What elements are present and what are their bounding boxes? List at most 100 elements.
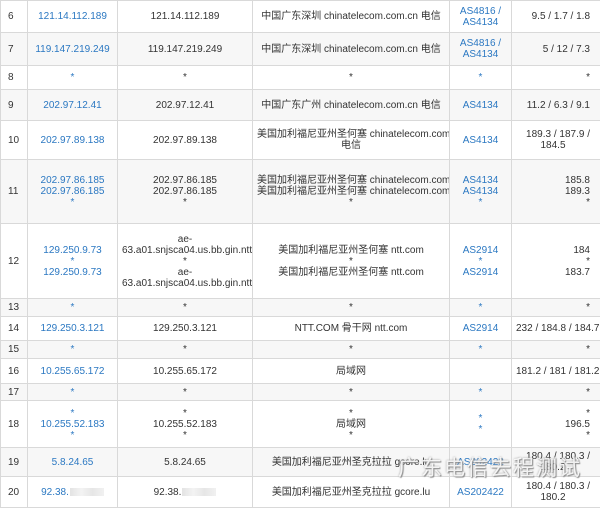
hostname-cell: *: [122, 430, 248, 441]
hostname-cell: 202.97.86.185: [122, 175, 248, 186]
location-cell: 美国加利福尼亚州圣克拉拉 gcore.lu: [253, 448, 450, 477]
asn-link[interactable]: AS202422: [454, 487, 507, 498]
hostname-cell: 202.97.12.41: [122, 100, 248, 111]
ip-address-link[interactable]: 5.8.24.65: [32, 457, 113, 468]
location-cell: 中国广东深圳 chinatelecom.com.cn 电信: [253, 33, 450, 66]
hop-number: 8: [1, 66, 28, 90]
ip-address-link: *: [32, 344, 113, 355]
latency-cell: 180.4 / 180.3 /180.2: [512, 448, 600, 477]
hostname-cell: *: [122, 302, 248, 313]
hostname-cell: 202.97.89.138: [118, 121, 253, 160]
asn-link[interactable]: AS4134: [454, 186, 507, 197]
ip-address-cell: *: [28, 341, 118, 359]
hop-number: 14: [1, 317, 28, 341]
hop-number: 16: [1, 359, 28, 384]
latency-cell: *: [516, 430, 590, 441]
hostname-cell: 121.14.112.189: [118, 1, 253, 33]
asn-link: *: [454, 197, 507, 208]
location-cell: *: [257, 430, 445, 441]
ip-address-link[interactable]: 92.38.: [32, 487, 113, 498]
latency-cell: *: [516, 256, 590, 267]
location-cell: *局域网*: [253, 401, 450, 448]
latency-cell: *: [512, 341, 600, 359]
hostname-cell: *: [118, 66, 253, 90]
ip-address-link[interactable]: 129.250.3.121: [32, 323, 113, 334]
asn-link[interactable]: AS4134: [454, 17, 507, 28]
ip-address-link: *: [32, 197, 113, 208]
asn-link: *: [454, 413, 507, 424]
hostname-cell: 63.a01.snjsca04.us.bb.gin.ntt.net: [122, 245, 248, 256]
asn-link[interactable]: AS2914: [454, 267, 507, 278]
ip-address-link[interactable]: 10.255.65.172: [32, 366, 113, 377]
location-cell: *: [257, 387, 445, 398]
ip-address-cell: 119.147.219.249: [28, 33, 118, 66]
ip-address-link: *: [32, 387, 113, 398]
latency-cell: *: [512, 299, 600, 317]
hop-number: 17: [1, 384, 28, 401]
ip-address-link[interactable]: 119.147.219.249: [32, 44, 113, 55]
table-row: 7119.147.219.249119.147.219.249中国广东深圳 ch…: [1, 33, 600, 66]
latency-cell: *: [516, 408, 590, 419]
table-row: 8*****: [1, 66, 600, 90]
hostname-cell: *: [122, 344, 248, 355]
location-cell: *: [257, 302, 445, 313]
hostname-cell: *: [118, 384, 253, 401]
ip-address-link[interactable]: 129.250.9.73: [32, 267, 113, 278]
hostname-cell: 10.255.65.172: [122, 366, 248, 377]
asn-link[interactable]: AS4134: [454, 175, 507, 186]
asn-link[interactable]: AS4816 /: [454, 6, 507, 17]
hop-number: 6: [1, 1, 28, 33]
hostname-cell: 5.8.24.65: [122, 457, 248, 468]
ip-address-link[interactable]: 10.255.52.183: [32, 419, 113, 430]
asn-link[interactable]: AS202422: [454, 457, 507, 468]
hop-number: 7: [1, 33, 28, 66]
location-cell: 美国加利福尼亚州圣何塞 chinatelecom.com.cn 电信: [257, 186, 445, 197]
location-cell: 美国加利福尼亚州圣克拉拉 gcore.lu: [257, 487, 445, 498]
latency-cell: 185.8: [516, 175, 590, 186]
latency-cell: 183.7: [516, 267, 590, 278]
latency-cell: 181.2 / 181 / 181.2: [516, 366, 590, 377]
asn-cell: AS2914: [450, 317, 512, 341]
ip-address-link[interactable]: 129.250.9.73: [32, 245, 113, 256]
latency-cell: 11.2 / 6.3 / 9.1: [512, 90, 600, 121]
ip-address-link[interactable]: 202.97.89.138: [32, 135, 113, 146]
asn-cell: AS4816 /AS4134: [450, 33, 512, 66]
latency-cell: 11.2 / 6.3 / 9.1: [516, 100, 590, 111]
ip-address-cell: 5.8.24.65: [28, 448, 118, 477]
asn-cell: AS4134: [450, 121, 512, 160]
asn-link: *: [454, 302, 507, 313]
ip-address-link: *: [32, 430, 113, 441]
ip-address-link[interactable]: 202.97.86.185: [32, 175, 113, 186]
asn-link[interactable]: AS4816 /: [454, 38, 507, 49]
hostname-cell: 10.255.65.172: [118, 359, 253, 384]
asn-link[interactable]: AS4134: [454, 135, 507, 146]
location-cell: 中国广东广州 chinatelecom.com.cn 电信: [257, 100, 445, 111]
ip-address-link[interactable]: 202.97.12.41: [32, 100, 113, 111]
ip-address-link[interactable]: 121.14.112.189: [32, 11, 113, 22]
hostname-cell: 119.147.219.249: [118, 33, 253, 66]
asn-link[interactable]: AS2914: [454, 245, 507, 256]
table-row: 13*****: [1, 299, 600, 317]
latency-cell: 189.3: [516, 186, 590, 197]
location-cell: 美国加利福尼亚州圣何塞 ntt.com: [257, 245, 445, 256]
table-row: 2092.38.92.38.美国加利福尼亚州圣克拉拉 gcore.luAS202…: [1, 477, 600, 508]
hostname-cell: *: [122, 197, 248, 208]
asn-link[interactable]: AS2914: [454, 323, 507, 334]
latency-cell: 180.4 / 180.3 /180.2: [512, 477, 600, 508]
hostname-cell: 129.250.3.121: [122, 323, 248, 334]
asn-link[interactable]: AS4134: [454, 100, 507, 111]
asn-cell: AS4816 /AS4134: [450, 1, 512, 33]
location-cell: 美国加利福尼亚州圣何塞 ntt.com*美国加利福尼亚州圣何塞 ntt.com: [253, 224, 450, 299]
ip-address-cell: *: [28, 384, 118, 401]
hop-number: 19: [1, 448, 28, 477]
hostname-cell: *: [122, 408, 248, 419]
table-row: 15*****: [1, 341, 600, 359]
asn-link[interactable]: AS4134: [454, 49, 507, 60]
latency-cell: 5 / 12 / 7.3: [516, 44, 590, 55]
hostname-cell: 63.a01.snjsca04.us.bb.gin.ntt.net: [122, 278, 248, 289]
ip-address-link[interactable]: 202.97.86.185: [32, 186, 113, 197]
hostname-cell: 92.38.: [122, 487, 248, 498]
hostname-cell: *: [122, 256, 248, 267]
table-row: 17*****: [1, 384, 600, 401]
location-cell: 美国加利福尼亚州圣何塞 chinatelecom.com.cn电信: [253, 121, 450, 160]
